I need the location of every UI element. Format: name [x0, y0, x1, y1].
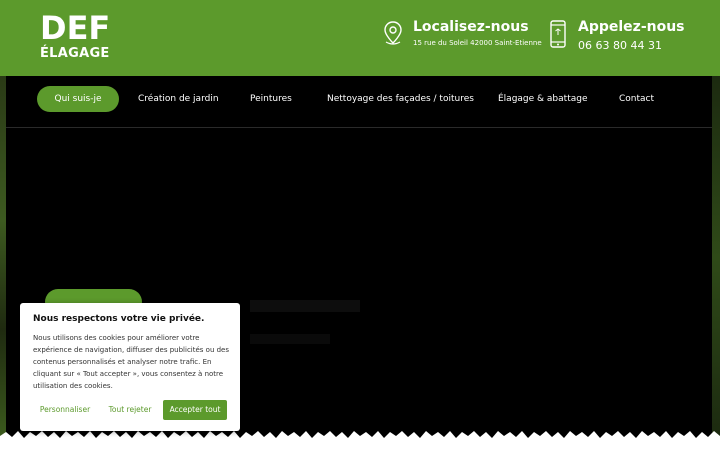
logo-sub-text: ÉLAGAGE: [40, 46, 110, 61]
location-pin-icon: [381, 20, 405, 50]
site-logo[interactable]: DEF ÉLAGAGE: [40, 12, 110, 62]
nav-divider: [6, 127, 712, 128]
hero-subheading-shadow: [250, 334, 330, 344]
customize-cookies-button[interactable]: Personnaliser: [33, 400, 97, 420]
nav-item-nettoyage[interactable]: Nettoyage des façades / toitures: [327, 86, 474, 112]
nav-item-elagage-abattage[interactable]: Élagage & abattage: [498, 86, 588, 112]
location-title: Localisez-nous: [413, 19, 529, 35]
nav-item-peintures[interactable]: Peintures: [250, 86, 292, 112]
hero-image-edge-left: [0, 76, 6, 438]
smartphone-icon: [549, 20, 567, 52]
grass-edge-bottom: [0, 431, 720, 442]
location-address: 15 rue du Soleil 42000 Saint-Etienne: [413, 39, 542, 47]
main-navigation: Qui suis-je Création de jardin Peintures…: [0, 86, 720, 112]
nav-item-qui-suis-je[interactable]: Qui suis-je: [37, 86, 119, 112]
nav-item-creation-jardin[interactable]: Création de jardin: [138, 86, 219, 112]
reject-all-button[interactable]: Tout rejeter: [102, 400, 158, 420]
accept-all-button[interactable]: Accepter tout: [163, 400, 227, 420]
nav-item-contact[interactable]: Contact: [619, 86, 654, 112]
logo-main-text: DEF: [40, 9, 111, 47]
cookie-banner-text: Nous utilisons des cookies pour améliore…: [33, 334, 229, 390]
phone-title[interactable]: Appelez-nous: [578, 18, 685, 36]
phone-number-link[interactable]: 06 63 80 44 31: [578, 39, 662, 52]
cookie-banner-title: Nous respectons votre vie privée.: [33, 314, 205, 324]
cookie-consent-banner: Nous respectons votre vie privée. Nous u…: [20, 303, 240, 431]
hero-image-edge-right: [712, 76, 720, 438]
hero-heading-shadow: [250, 300, 360, 312]
